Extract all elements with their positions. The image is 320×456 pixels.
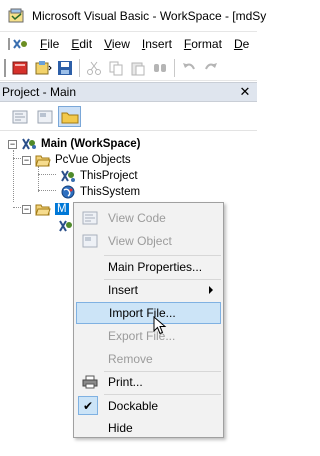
close-icon[interactable]: ✕ (237, 84, 253, 100)
window-title: Microsoft Visual Basic - WorkSpace - [md… (32, 8, 267, 23)
vba-project-icon (21, 137, 37, 151)
globe-icon (60, 185, 76, 199)
tree-node-modules[interactable]: − M (22, 201, 69, 217)
view-object-icon (82, 233, 98, 249)
save-icon[interactable] (54, 58, 76, 78)
redo-icon[interactable] (200, 58, 222, 78)
menu-item-hide[interactable]: Hide (76, 417, 221, 439)
module-icon (58, 219, 74, 233)
menu-insert[interactable]: Insert (136, 37, 178, 51)
menu-edit[interactable]: Edit (65, 37, 98, 51)
collapse-icon[interactable]: − (22, 155, 31, 165)
paste-icon[interactable] (127, 58, 149, 78)
insert-userform-icon[interactable] (32, 58, 54, 78)
project-pane-toolbar (0, 103, 257, 131)
menu-item-import-file[interactable]: Import File... (76, 302, 221, 324)
menu-view[interactable]: View (98, 37, 136, 51)
cut-icon[interactable] (83, 58, 105, 78)
tree-label-thissystem: ThisSystem (80, 186, 141, 198)
printer-icon (82, 374, 98, 390)
menu-bar: File Edit View Insert Format De (0, 32, 257, 55)
toggle-folders-icon[interactable] (58, 106, 81, 127)
folder-open-icon (35, 202, 51, 216)
collapse-icon[interactable]: − (22, 204, 31, 214)
menu-item-remove[interactable]: Remove (76, 348, 221, 370)
find-icon[interactable] (149, 58, 171, 78)
tree-connector (38, 174, 56, 175)
view-host-icon[interactable] (10, 58, 32, 78)
tree-label-pcvue-objects: PcVue Objects (55, 154, 131, 166)
menu-item-dockable[interactable]: ✔ Dockable (76, 395, 221, 417)
undo-icon[interactable] (178, 58, 200, 78)
tree-node-pcvue-objects[interactable]: − PcVue Objects (22, 152, 131, 168)
menu-item-print[interactable]: Print... (76, 371, 221, 393)
project-object-icon (60, 169, 76, 183)
submenu-arrow-icon (209, 286, 213, 294)
tree-label-root: Main (WorkSpace) (41, 138, 141, 150)
vba-menu-icon (8, 36, 30, 52)
menu-debug[interactable]: De (228, 37, 255, 51)
view-code-icon[interactable] (8, 106, 31, 127)
toolbar-grip (4, 59, 6, 77)
standard-toolbar (0, 56, 257, 81)
mouse-cursor-icon (153, 315, 169, 336)
collapse-icon[interactable]: − (8, 139, 17, 149)
menu-item-export-file[interactable]: Export File... (76, 325, 221, 347)
tree-label-selected: M (55, 203, 69, 215)
tree-label-thisproject: ThisProject (80, 170, 138, 182)
menu-item-view-object[interactable]: View Object (76, 230, 221, 252)
project-pane-title: Project - Main (2, 85, 77, 99)
menu-item-view-code[interactable]: View Code (76, 207, 221, 229)
view-code-icon (82, 210, 98, 226)
tree-connector (38, 190, 56, 191)
toolbar-separator (174, 59, 175, 77)
tree-node-root[interactable]: − Main (WorkSpace) (8, 136, 140, 152)
copy-icon[interactable] (105, 58, 127, 78)
toolbar-separator (79, 59, 80, 77)
menu-item-insert[interactable]: Insert (76, 279, 221, 301)
tree-node-thissystem[interactable]: ThisSystem (60, 184, 140, 200)
menu-item-main-properties[interactable]: Main Properties... (76, 256, 221, 278)
checkmark-icon: ✔ (78, 396, 98, 415)
title-bar: Microsoft Visual Basic - WorkSpace - [md… (0, 0, 266, 32)
menu-format[interactable]: Format (178, 37, 228, 51)
vba-app-icon (8, 8, 26, 24)
menu-file[interactable]: File (34, 37, 65, 51)
tree-connector (38, 166, 39, 192)
tree-node-thisproject[interactable]: ThisProject (60, 168, 138, 184)
context-menu: View Code View Object Main Properties...… (73, 202, 224, 438)
project-pane-header: Project - Main ✕ (0, 82, 257, 102)
folder-open-icon (35, 153, 51, 167)
view-object-icon[interactable] (33, 106, 56, 127)
